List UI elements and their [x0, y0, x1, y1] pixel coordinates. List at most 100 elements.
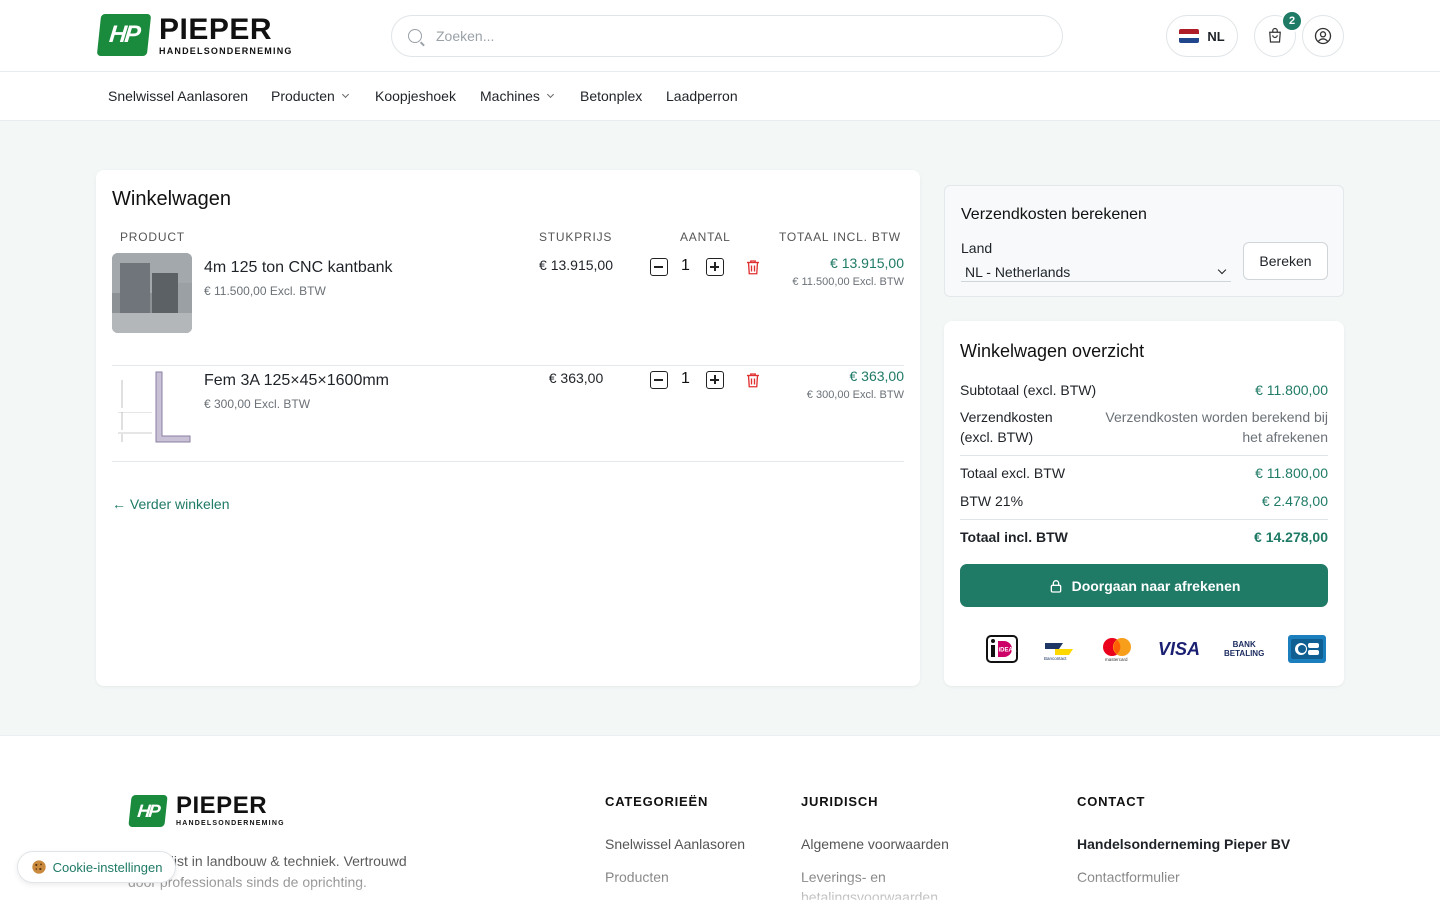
divider	[960, 519, 1328, 520]
total-excl-value: € 11.800,00	[1255, 465, 1328, 481]
contact-form-link[interactable]: Contactformulier	[1077, 867, 1180, 887]
product-image[interactable]	[112, 366, 192, 446]
vat-value: € 2.478,00	[1261, 493, 1328, 509]
logo-name: PIEPER	[176, 792, 268, 819]
country-select[interactable]: NL - Netherlands	[961, 262, 1231, 282]
line-total-excl: € 11.500,00 Excl. BTW	[792, 276, 904, 288]
cart-button[interactable]: 2	[1254, 10, 1303, 57]
nav-item-producten[interactable]: Producten	[271, 88, 349, 104]
subtotal-value: € 11.800,00	[1255, 382, 1328, 398]
remove-item-button[interactable]	[744, 257, 762, 282]
column-quantity: AANTAL	[680, 230, 731, 244]
bancontact-icon: Bancontact	[1042, 637, 1076, 661]
chevron-down-icon	[546, 90, 554, 99]
logo-tagline: HANDELSONDERNEMING	[159, 45, 293, 56]
shipping-note: Verzendkosten worden berekend bij het af…	[1105, 409, 1328, 445]
country-value: NL - Netherlands	[965, 263, 1071, 280]
unit-price: € 13.915,00	[539, 257, 613, 273]
column-unit-price: STUKPRIJS	[539, 230, 613, 244]
increase-quantity-button[interactable]	[706, 371, 724, 389]
divider	[960, 455, 1328, 456]
product-price-excl: € 300,00 Excl. BTW	[204, 397, 311, 411]
cart-title: Winkelwagen	[112, 188, 231, 210]
cart-overview: Winkelwagen overzicht Subtotaal (excl. B…	[944, 321, 1344, 686]
nav-item-snelwissel[interactable]: Snelwissel Aanlasoren	[108, 88, 248, 104]
total-incl-row: Totaal incl. BTW € 14.278,00	[960, 529, 1328, 545]
main-nav: Snelwissel Aanlasoren Producten Koopjesh…	[0, 72, 1440, 121]
cartes-bancaires-icon	[1288, 635, 1327, 663]
svg-text:mastercard: mastercard	[1105, 657, 1128, 662]
language-code: NL	[1207, 28, 1225, 44]
vat-row: BTW 21% € 2.478,00	[960, 493, 1328, 509]
unit-price: € 363,00	[548, 370, 604, 386]
total-incl-value: € 14.278,00	[1254, 529, 1328, 545]
payment-methods: iDEAL Bancontact mastercard VISA BANK BET…	[986, 635, 1327, 663]
chevron-down-icon	[341, 90, 349, 99]
search-bar[interactable]	[391, 15, 1063, 57]
subtotal-row: Subtotaal (excl. BTW) € 11.800,00	[960, 382, 1328, 398]
footer-link[interactable]: Snelwissel Aanlasoren	[605, 834, 745, 854]
search-input[interactable]	[436, 28, 1016, 44]
shipping-title: Verzendkosten berekenen	[961, 206, 1147, 223]
netherlands-flag-icon	[1179, 29, 1200, 43]
logo-mark: HP	[96, 14, 152, 56]
cookie-icon	[31, 860, 46, 874]
shopping-bag-icon	[1269, 27, 1281, 43]
remove-item-button[interactable]	[744, 370, 762, 395]
lock-icon	[1050, 579, 1061, 593]
footer-link[interactable]: Producten	[605, 867, 669, 887]
quantity-value: 1	[681, 257, 690, 274]
cart-panel: Winkelwagen PRODUCT STUKPRIJS AANTAL TOT…	[96, 170, 920, 686]
svg-text:Bancontact: Bancontact	[1044, 656, 1067, 661]
footer-categories-title: CATEGORIEËN	[605, 794, 709, 809]
company-name: Handelsonderneming Pieper BV	[1077, 836, 1291, 852]
footer-logo[interactable]: HP PIEPER HANDELSONDERNEMING	[128, 792, 285, 827]
mastercard-icon: mastercard	[1100, 636, 1134, 662]
language-selector[interactable]: NL	[1166, 15, 1238, 57]
nav-item-betonplex[interactable]: Betonplex	[580, 88, 642, 104]
nav-item-machines[interactable]: Machines	[480, 88, 554, 104]
footer-link[interactable]: Algemene voorwaarden	[801, 834, 949, 854]
search-icon	[408, 29, 422, 43]
product-image[interactable]	[112, 253, 192, 333]
line-total-excl: € 300,00 Excl. BTW	[806, 389, 904, 401]
brand-logo[interactable]: HP PIEPER HANDELSONDERNEMING	[96, 12, 293, 56]
column-product: PRODUCT	[120, 230, 185, 244]
product-name[interactable]: 4m 125 ton CNC kantbank	[204, 259, 393, 277]
trash-icon	[747, 260, 759, 275]
nav-item-koopjeshoek[interactable]: Koopjeshoek	[375, 88, 456, 104]
continue-shopping-link[interactable]: ← Verder winkelen	[112, 496, 230, 512]
bank-transfer-icon: BANK BETALING	[1224, 640, 1265, 658]
country-label: Land	[961, 240, 993, 256]
chevron-down-icon	[1217, 265, 1227, 274]
svg-text:iDEAL: iDEAL	[999, 648, 1017, 654]
footer-legal-title: JURIDISCH	[801, 794, 879, 809]
footer-contact-title: CONTACT	[1077, 794, 1146, 809]
cookie-settings-button[interactable]: Cookie-instellingen	[17, 851, 176, 883]
cart-count-badge: 2	[1281, 10, 1303, 32]
calculate-shipping-button[interactable]: Bereken	[1243, 242, 1328, 280]
logo-mark: HP	[128, 794, 168, 827]
user-icon	[1314, 27, 1332, 45]
decrease-quantity-button[interactable]	[650, 258, 668, 276]
trash-icon	[747, 373, 759, 388]
product-name[interactable]: Fem 3A 125×45×1600mm	[204, 372, 389, 390]
logo-name: PIEPER	[159, 12, 273, 46]
cart-row: 4m 125 ton CNC kantbank € 11.500,00 Excl…	[112, 253, 904, 366]
nav-item-laadperron[interactable]: Laadperron	[666, 88, 738, 104]
account-button[interactable]	[1302, 15, 1344, 57]
footer: HP PIEPER HANDELSONDERNEMING Specialist …	[0, 735, 1440, 900]
overview-title: Winkelwagen overzicht	[960, 341, 1145, 361]
line-total: € 13.915,00	[830, 255, 904, 271]
column-total: TOTAAL INCL. BTW	[779, 230, 901, 244]
logo-tagline: HANDELSONDERNEMING	[176, 820, 285, 827]
total-excl-row: Totaal excl. BTW € 11.800,00	[960, 465, 1328, 481]
increase-quantity-button[interactable]	[706, 258, 724, 276]
shipping-calculator: Verzendkosten berekenen Land NL - Nether…	[944, 185, 1344, 297]
quantity-value: 1	[681, 370, 690, 387]
cart-row: Fem 3A 125×45×1600mm € 300,00 Excl. BTW …	[112, 366, 904, 462]
checkout-button[interactable]: Doorgaan naar afrekenen	[960, 564, 1328, 607]
visa-icon: VISA	[1158, 638, 1201, 659]
footer-link[interactable]: Leverings- en betalingsvoorwaarden	[801, 867, 981, 900]
decrease-quantity-button[interactable]	[650, 371, 668, 389]
